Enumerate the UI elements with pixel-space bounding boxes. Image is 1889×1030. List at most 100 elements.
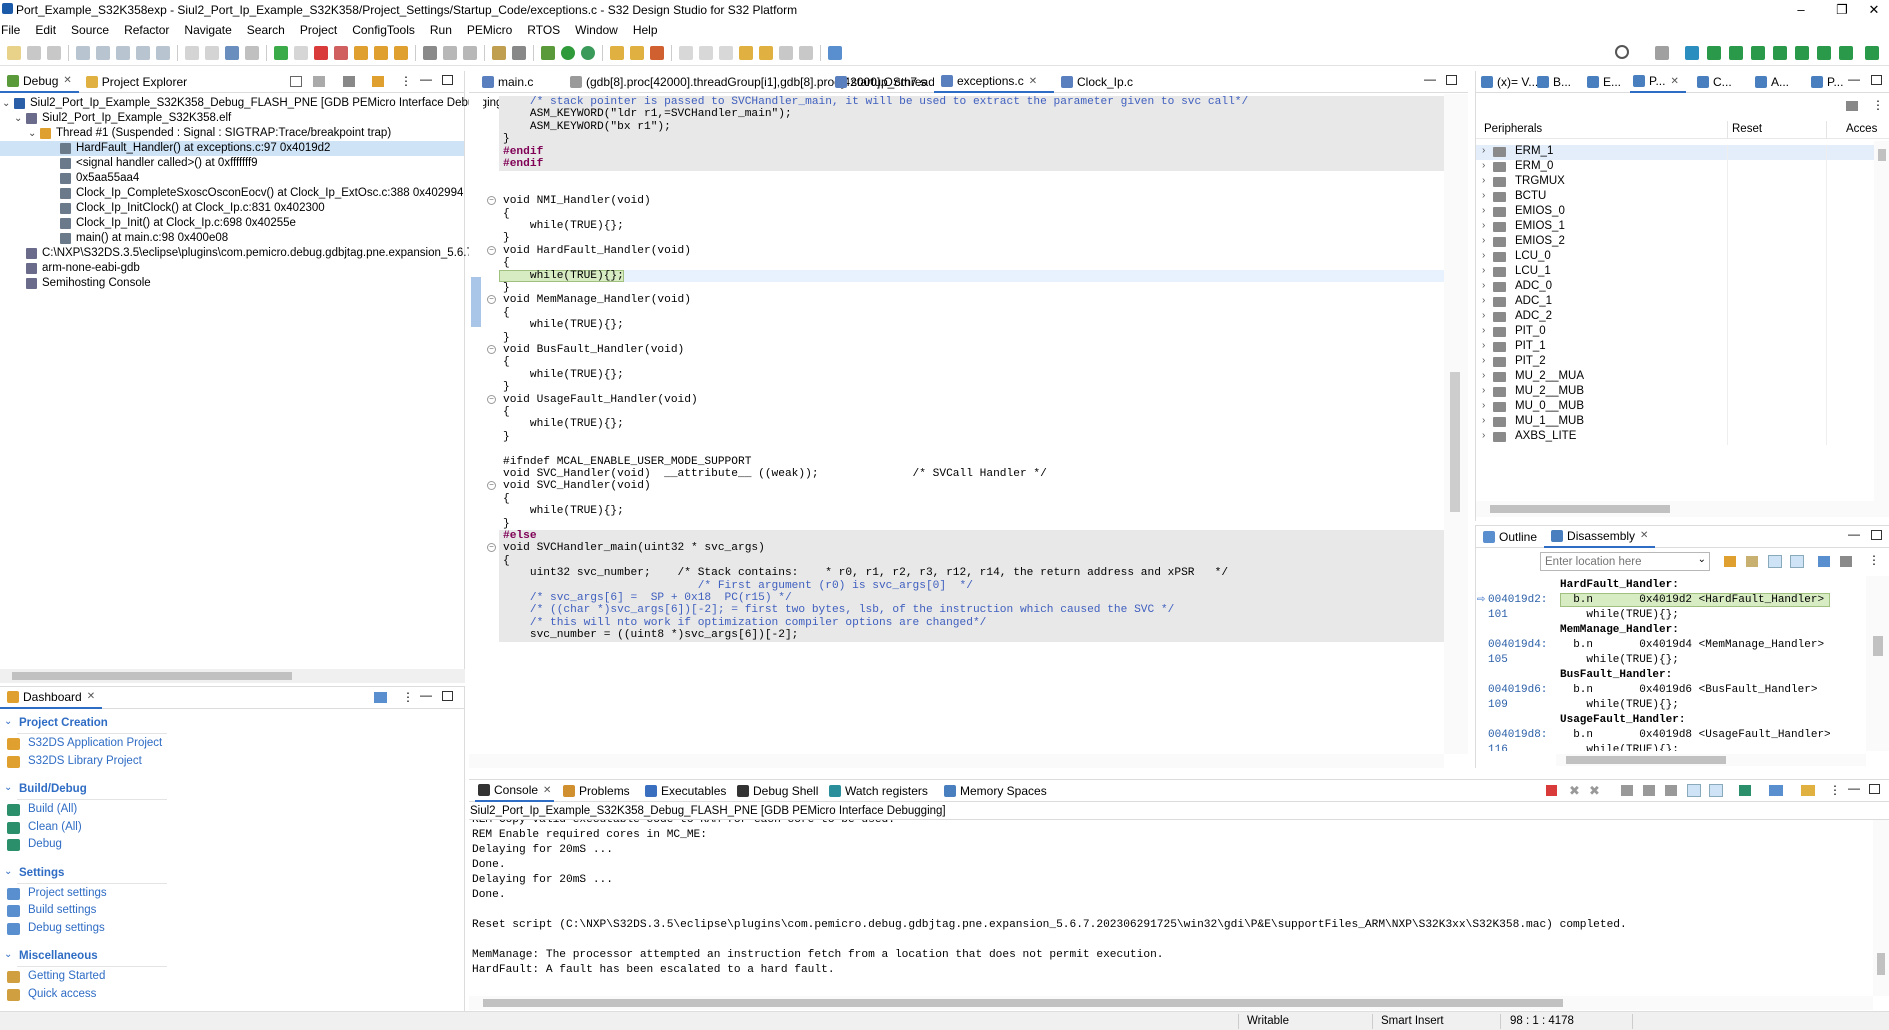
editor-tab[interactable]: Clock_Ip.c <box>1054 71 1172 93</box>
annotation-icon[interactable] <box>699 45 713 60</box>
dashboard-item-link[interactable]: Debug settings <box>28 922 105 934</box>
debug-tree-item[interactable]: main() at main.c:98 0x400e08 <box>0 231 464 246</box>
last-edit-icon[interactable] <box>739 45 753 60</box>
perspective-5-icon[interactable] <box>1751 46 1765 60</box>
editor-tab[interactable]: exceptions.c ✕ <box>934 71 1054 93</box>
close-icon[interactable]: ✕ <box>1670 76 1678 87</box>
perspective-7-icon[interactable] <box>1795 46 1809 60</box>
chevron-right-icon[interactable]: › <box>1482 400 1485 411</box>
remove-all-icon[interactable]: ✖ <box>1589 783 1600 799</box>
resume-icon[interactable] <box>274 45 288 60</box>
fold-icon[interactable]: − <box>487 295 496 305</box>
open-folder2-icon[interactable] <box>630 45 644 60</box>
menu-source[interactable]: Source <box>71 23 109 37</box>
chevron-down-icon[interactable]: ⌄ <box>4 782 12 793</box>
col-peripherals[interactable]: Peripherals <box>1484 123 1542 135</box>
dashboard-item-link[interactable]: S32DS Library Project <box>28 755 142 767</box>
fold-icon[interactable]: − <box>487 394 496 404</box>
step-over-icon[interactable] <box>374 45 388 60</box>
debug-tree-item[interactable]: Semihosting Console <box>0 276 464 291</box>
location-combo[interactable]: ⌄ <box>1540 552 1710 571</box>
reset-icon[interactable] <box>463 45 477 60</box>
build-all-icon[interactable] <box>116 45 130 60</box>
console-hscroll[interactable] <box>469 996 1873 1010</box>
chevron-right-icon[interactable]: › <box>1482 295 1485 306</box>
peripheral-row[interactable]: › MU_2__MUA <box>1476 370 1874 385</box>
step-into-icon[interactable] <box>354 45 368 60</box>
remove-all-icon[interactable] <box>313 76 325 87</box>
debug-tree-item[interactable]: <signal handler called>() at 0xfffffff9 <box>0 156 464 171</box>
right-view-tab[interactable]: B... <box>1534 71 1576 93</box>
coverage-icon[interactable] <box>581 45 595 60</box>
dashboard-item-link[interactable]: S32DS Application Project <box>28 737 162 749</box>
code-editor[interactable]: /* stack pointer is passed to SVCHandler… <box>485 95 1444 752</box>
next-annotation-icon[interactable] <box>719 45 733 60</box>
link-icon[interactable] <box>1746 556 1758 567</box>
view-menu-icon[interactable]: ⋮ <box>1872 98 1884 112</box>
peripheral-row[interactable]: › BCTU <box>1476 190 1874 205</box>
peripheral-row[interactable]: › EMIOS_2 <box>1476 235 1874 250</box>
minimize-view-icon[interactable]: — <box>1848 72 1860 86</box>
wand-icon[interactable] <box>650 45 664 60</box>
dashboard-section-title[interactable]: Project Creation <box>19 717 108 729</box>
chevron-right-icon[interactable]: › <box>1482 430 1485 441</box>
dashboard-section-title[interactable]: Miscellaneous <box>19 950 98 962</box>
chevron-down-icon[interactable]: ⌄ <box>2 96 10 111</box>
right-view-tab[interactable]: A... <box>1752 71 1800 93</box>
undo-icon[interactable] <box>185 45 199 60</box>
perspective-9-icon[interactable] <box>1839 46 1853 60</box>
menu-search[interactable]: Search <box>247 23 285 37</box>
terminate-icon[interactable] <box>314 45 328 60</box>
peripheral-row[interactable]: › PIT_0 <box>1476 325 1874 340</box>
pen-icon[interactable] <box>679 45 693 60</box>
collapse-all-icon[interactable] <box>290 76 302 87</box>
minimize-button[interactable]: – <box>1786 0 1816 19</box>
minimize-view-icon[interactable]: — <box>1848 781 1860 795</box>
disassembly-vscroll[interactable] <box>1866 576 1889 751</box>
view-menu-icon[interactable]: ⋮ <box>1868 553 1880 567</box>
chevron-right-icon[interactable]: › <box>1482 385 1485 396</box>
sync-icon[interactable] <box>1768 555 1782 568</box>
peripheral-row[interactable]: › ADC_0 <box>1476 280 1874 295</box>
dashboard-section-title[interactable]: Build/Debug <box>19 783 87 795</box>
scroll-lock-icon[interactable] <box>1643 785 1655 796</box>
peripheral-row[interactable]: › MU_0__MUB <box>1476 400 1874 415</box>
clear-console-icon[interactable] <box>1621 785 1633 796</box>
dashboard-action-icon[interactable] <box>374 692 387 703</box>
editor-vscroll[interactable] <box>1444 94 1468 754</box>
redo-icon[interactable] <box>205 45 219 60</box>
minimize-view-icon[interactable]: — <box>420 688 432 702</box>
editor-vscroll-thumb[interactable] <box>1450 372 1460 512</box>
terminal-icon[interactable] <box>225 45 239 60</box>
editor-tab[interactable]: startup_cm7.s <box>828 71 934 93</box>
editor-tab[interactable]: (gdb[8].proc[42000].threadGroup[i1],gdb[… <box>563 71 1050 93</box>
skip-breakpoints-icon[interactable] <box>245 45 259 60</box>
chevron-right-icon[interactable]: › <box>1482 340 1485 351</box>
chevron-right-icon[interactable]: › <box>1482 325 1485 336</box>
tab-disassembly[interactable]: Disassembly ✕ <box>1544 525 1656 548</box>
menu-configtools[interactable]: ConfigTools <box>352 23 415 37</box>
chevron-down-icon[interactable]: ⌄ <box>4 949 12 960</box>
chevron-right-icon[interactable]: › <box>1482 265 1485 276</box>
peripheral-row[interactable]: › TRGMUX <box>1476 175 1874 190</box>
instruction-step-icon[interactable] <box>423 45 437 60</box>
maximize-view-icon[interactable] <box>1446 75 1457 85</box>
perspective-8-icon[interactable] <box>1817 46 1831 60</box>
peripheral-row[interactable]: › ADC_1 <box>1476 295 1874 310</box>
open-perspective-icon[interactable] <box>828 45 842 60</box>
menu-help[interactable]: Help <box>633 23 658 37</box>
close-button[interactable]: ✕ <box>1859 0 1889 19</box>
step-return-icon[interactable] <box>394 45 408 60</box>
build-icon[interactable] <box>96 45 110 60</box>
maximize-view-icon[interactable] <box>1871 530 1882 540</box>
perspective-10-icon[interactable] <box>1865 46 1879 60</box>
close-icon[interactable]: ✕ <box>87 691 95 702</box>
debug-tree-item[interactable]: ⌄ Thread #1 (Suspended : Signal : SIGTRAP… <box>0 126 464 141</box>
dashboard-item-link[interactable]: Project settings <box>28 887 107 899</box>
show-stderr-icon[interactable] <box>1709 784 1723 797</box>
console-tab[interactable]: Watch registers <box>826 780 931 802</box>
restart-icon[interactable] <box>443 45 457 60</box>
debug-tree-item[interactable]: C:\NXP\S32DS.3.5\eclipse\plugins\com.pem… <box>0 246 473 261</box>
word-wrap-icon[interactable] <box>1665 785 1677 796</box>
console-tab[interactable]: Debug Shell <box>734 780 821 802</box>
